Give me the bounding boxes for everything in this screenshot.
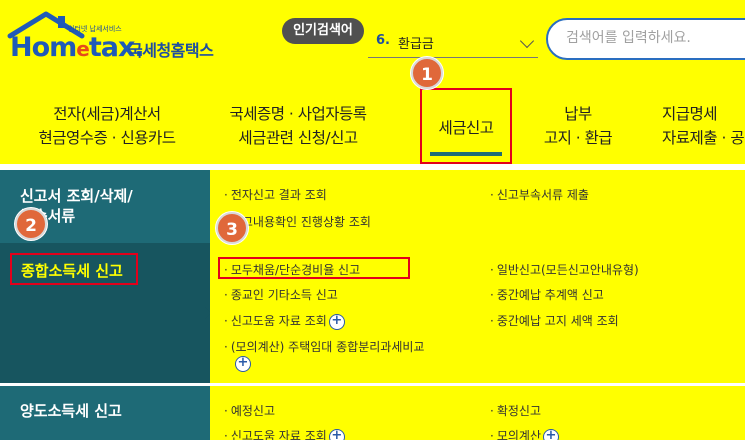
plus-icon[interactable]: + <box>328 428 345 440</box>
logo-korean-name: 국세청홈택스 <box>128 41 214 60</box>
main-nav: 전자(세금)계산서 현금영수증 · 신용카드 국세증명 · 사업자등록 세금관련… <box>0 88 745 166</box>
chevron-down-icon <box>519 33 535 49</box>
link-clergy-income[interactable]: 종교인 기타소득 신고 <box>224 286 338 303</box>
hometax-logo[interactable]: 인터넷 납세서비스 Hometax. 국세청홈택스 <box>6 10 226 70</box>
step-marker-3: 3 <box>216 212 248 244</box>
popular-search-dropdown[interactable]: 6. 환급금 <box>368 26 538 58</box>
link-label: 신고도움 자료 조회 <box>230 314 327 328</box>
nav-item-payment-statement[interactable]: 지급명세 자료제출 · 공 <box>662 102 745 150</box>
step-marker-2: 2 <box>15 208 47 240</box>
popular-search-term: 환급금 <box>398 37 434 52</box>
link-label: 모의계산 <box>496 429 541 440</box>
logo-word-main: Hom <box>10 32 77 63</box>
nav-item-label: 국세증명 · 사업자등록 <box>229 105 367 123</box>
link-rental-simulation[interactable]: (모의계산) 주택임대 종합분리과세비교 <box>224 338 425 355</box>
nav-item-sublabel: 세금관련 신청/신고 <box>238 129 358 147</box>
link-submit-attachments[interactable]: 신고부속서류 제출 <box>490 186 589 203</box>
nav-item-e-invoice[interactable]: 전자(세금)계산서 현금영수증 · 신용카드 <box>22 102 192 150</box>
link-general-filing[interactable]: 일반신고(모든신고안내유형) <box>490 261 639 278</box>
link-transfer-simulation[interactable]: 모의계산+ <box>490 427 559 440</box>
active-tab-indicator <box>430 152 502 156</box>
nav-item-sublabel: 고지 · 환급 <box>543 129 613 147</box>
link-preliminary-filing[interactable]: 예정신고 <box>224 402 275 419</box>
nav-item-sublabel: 현금영수증 · 신용카드 <box>38 129 176 147</box>
left-menu-label-line1: 신고서 조회/삭제/ <box>20 187 133 205</box>
left-menu-item-transfer-tax[interactable]: 양도소득세 신고 <box>0 386 210 440</box>
income-tax-highlight-box: 종합소득세 신고 <box>10 253 138 285</box>
logo-word-accent: e <box>76 37 90 61</box>
logo-wordmark: Hometax. <box>10 32 145 63</box>
left-menu-item-income-tax[interactable]: 종합소득세 신고 <box>0 243 211 383</box>
search-box <box>546 18 745 60</box>
link-final-filing[interactable]: 확정신고 <box>490 402 541 419</box>
nav-item-tax-filing[interactable]: 세금신고 <box>420 88 512 164</box>
link-interim-estimate[interactable]: 중간예납 추계액 신고 <box>490 286 604 303</box>
header: 인터넷 납세서비스 Hometax. 국세청홈택스 인기검색어 6. 환급금 <box>0 0 745 88</box>
search-input[interactable] <box>566 30 745 46</box>
nav-item-label: 납부 <box>564 105 592 123</box>
link-all-fill-simple-rate[interactable]: 모두채움/단순경비율 신고 <box>224 261 360 278</box>
link-interim-notice[interactable]: 중간예납 고지 세액 조회 <box>490 312 619 329</box>
link-transfer-help-data[interactable]: 신고도움 자료 조회+ <box>224 427 345 440</box>
submenu-panel: 전자신고 결과 조회 신고내용확인 진행상황 조회 신고부속서류 제출 모두채움… <box>210 170 745 440</box>
plus-icon[interactable]: + <box>543 428 559 440</box>
nav-item-label: 지급명세 <box>662 105 718 123</box>
step-marker-1: 1 <box>411 57 443 89</box>
nav-item-certificates[interactable]: 국세증명 · 사업자등록 세금관련 신청/신고 <box>200 102 396 150</box>
nav-item-payment[interactable]: 납부 고지 · 환급 <box>530 102 626 150</box>
plus-icon[interactable]: + <box>235 356 251 372</box>
nav-item-sublabel: 자료제출 · 공 <box>662 129 745 147</box>
popular-search-rank: 6. <box>376 33 390 48</box>
left-menu-label: 양도소득세 신고 <box>20 402 122 420</box>
submenu-divider <box>210 383 745 386</box>
popular-search-badge: 인기검색어 <box>282 18 364 44</box>
nav-item-label: 세금신고 <box>438 119 494 137</box>
nav-item-label: 전자(세금)계산서 <box>53 105 161 123</box>
link-filing-help-data[interactable]: 신고도움 자료 조회+ <box>224 312 345 330</box>
left-menu-label: 종합소득세 신고 <box>21 262 123 280</box>
link-e-filing-result[interactable]: 전자신고 결과 조회 <box>224 186 327 203</box>
link-label: 신고도움 자료 조회 <box>230 429 327 440</box>
plus-icon[interactable]: + <box>328 313 345 330</box>
